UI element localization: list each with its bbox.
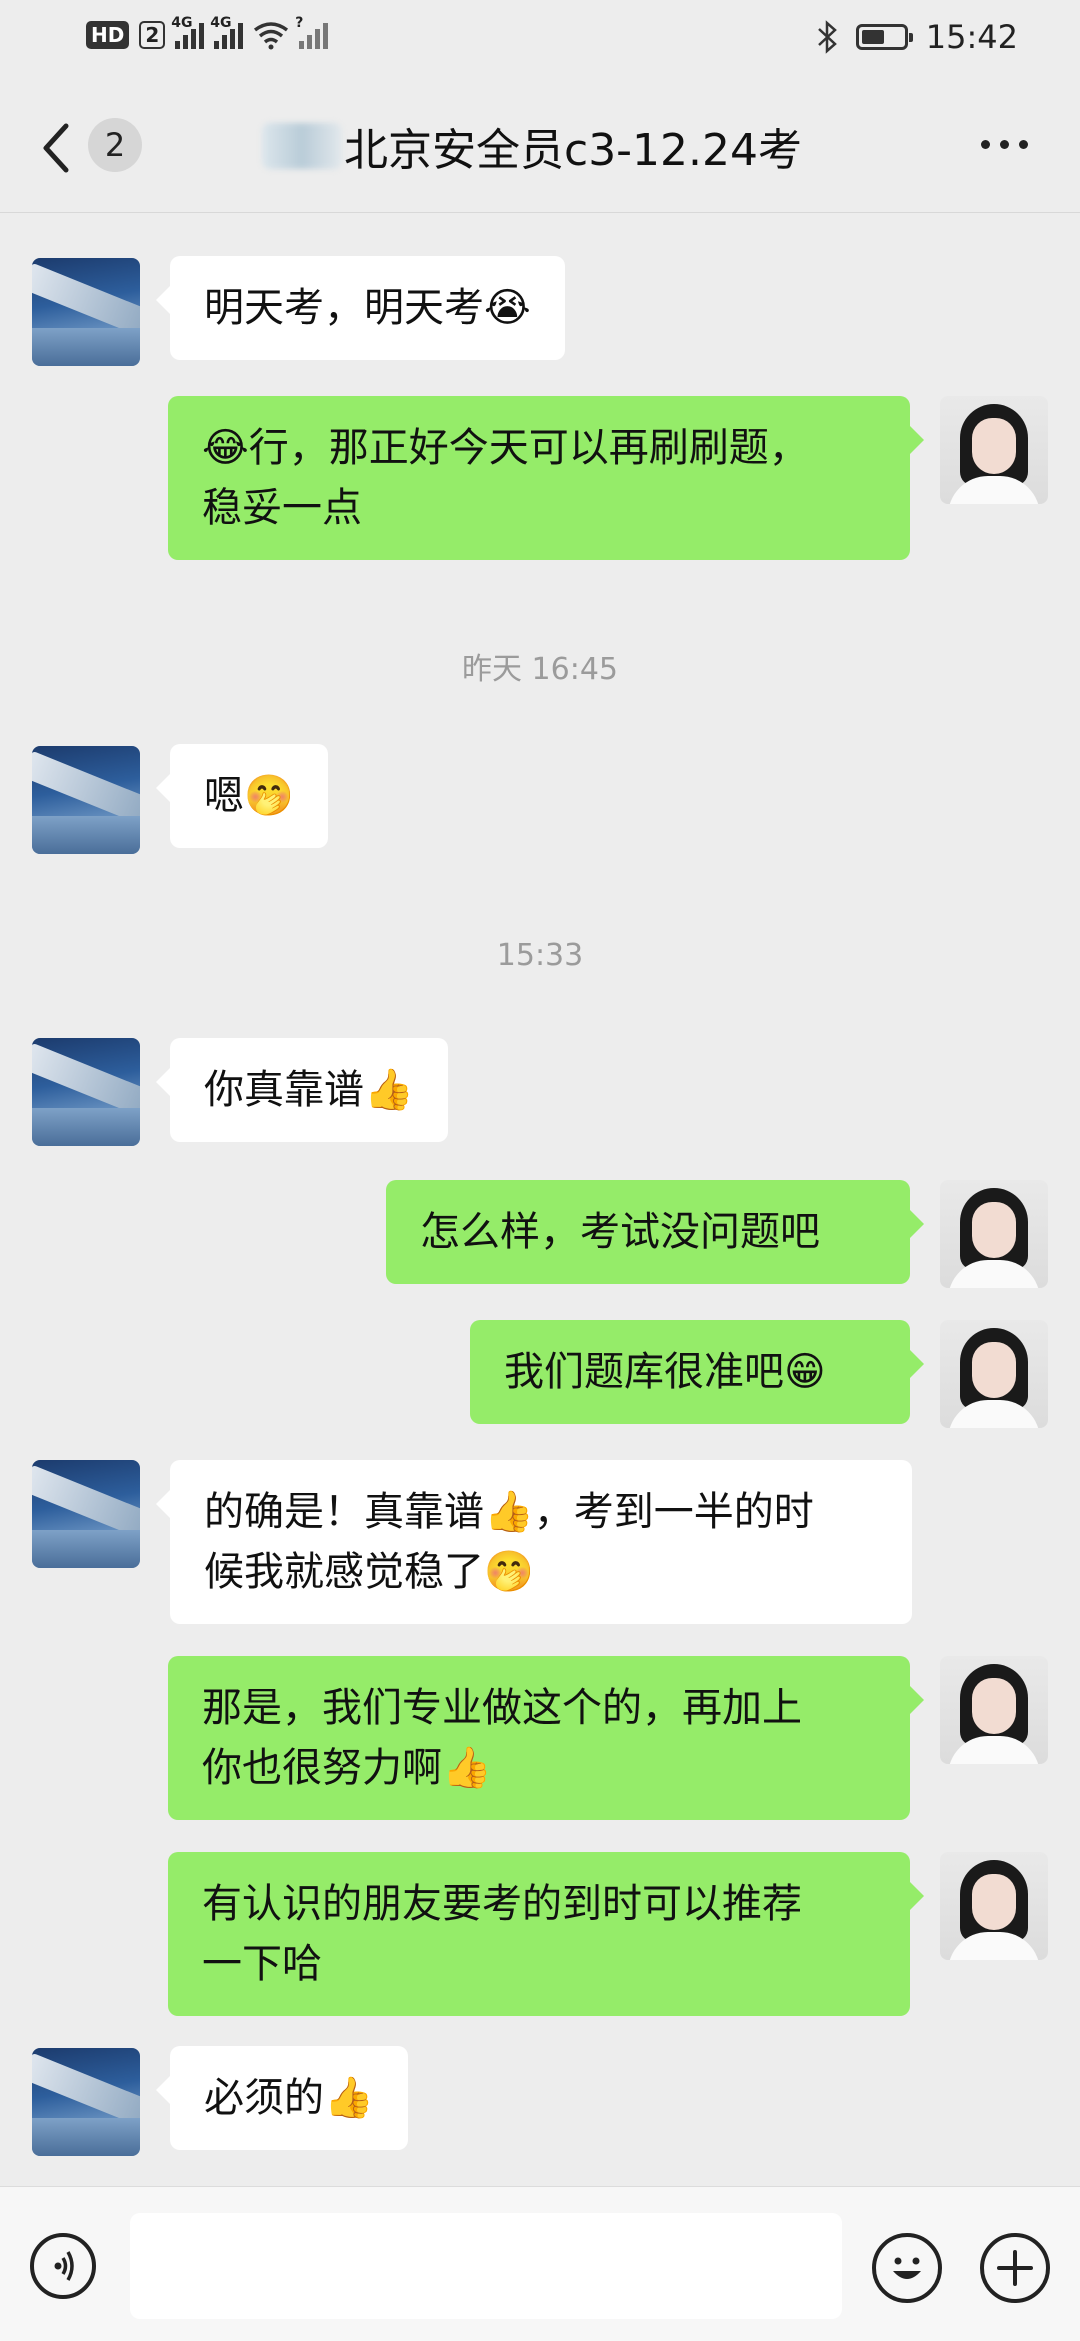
emoji-icon[interactable] — [872, 2233, 942, 2303]
signal-icon: 4G — [210, 15, 244, 49]
incoming-message[interactable]: 明天考，明天考😭 — [156, 256, 565, 360]
message-text: 那是，我们专业做这个的，再加上 — [202, 1685, 802, 1731]
message-text: 明天考，明天考😭 — [204, 285, 531, 331]
outgoing-message[interactable]: 怎么样，考试没问题吧 — [386, 1180, 924, 1284]
my-avatar[interactable] — [940, 396, 1048, 504]
message-text: 的确是！真靠谱👍，考到一半的时 — [204, 1489, 814, 1535]
bluetooth-icon — [817, 20, 837, 54]
network-label: ? — [295, 15, 304, 31]
chat-title-wrap: 北京安全员c3-12.24考 — [262, 114, 802, 178]
network-label: 4G — [210, 15, 232, 31]
contact-avatar[interactable] — [32, 1460, 140, 1568]
voice-icon[interactable] — [30, 2233, 96, 2299]
message-text: 候我就感觉稳了🤭 — [204, 1549, 534, 1595]
message-text: 我们题库很准吧😁 — [504, 1349, 826, 1395]
outgoing-message[interactable]: 那是，我们专业做这个的，再加上 你也很努力啊👍 — [168, 1656, 924, 1820]
signal-icon: 4G — [171, 15, 205, 49]
outgoing-message[interactable]: 😂行，那正好今天可以再刷刷题， 稳妥一点 — [168, 396, 924, 560]
outgoing-message[interactable]: 有认识的朋友要考的到时可以推荐 一下哈 — [168, 1852, 924, 2016]
plus-icon[interactable] — [980, 2233, 1050, 2303]
contact-avatar[interactable] — [32, 258, 140, 366]
battery-icon — [855, 24, 913, 50]
my-avatar[interactable] — [940, 1180, 1048, 1288]
signal-icon: ? — [295, 15, 329, 49]
clock: 15:42 — [925, 18, 1018, 56]
message-text: 一下哈 — [202, 1941, 322, 1987]
outgoing-message[interactable]: 我们题库很准吧😁 — [470, 1320, 924, 1424]
more-dots-icon[interactable] — [981, 140, 1028, 149]
chat-title: 北京安全员c3-12.24考 — [344, 125, 803, 176]
chevron-left-icon[interactable] — [36, 120, 80, 176]
wifi-icon — [254, 22, 289, 50]
message-text: 😂行，那正好今天可以再刷刷题， — [202, 425, 809, 471]
timestamp: 昨天 16:45 — [462, 652, 618, 687]
message-text: 嗯🤭 — [204, 773, 294, 819]
timestamp: 15:33 — [496, 938, 584, 973]
message-text: 必须的👍 — [204, 2075, 374, 2121]
contact-avatar[interactable] — [32, 1038, 140, 1146]
incoming-message[interactable]: 嗯🤭 — [156, 744, 328, 848]
chat-header: 2 北京安全员c3-12.24考 — [0, 80, 1080, 213]
my-avatar[interactable] — [940, 1320, 1048, 1428]
blurred-avatar — [262, 123, 342, 169]
hd-indicator: HD — [86, 21, 130, 49]
network-label: 4G — [171, 15, 193, 31]
incoming-message[interactable]: 的确是！真靠谱👍，考到一半的时 候我就感觉稳了🤭 — [156, 1460, 912, 1624]
my-avatar[interactable] — [940, 1656, 1048, 1764]
contact-avatar[interactable] — [32, 2048, 140, 2156]
incoming-message[interactable]: 你真靠谱👍 — [156, 1038, 448, 1142]
message-text: 有认识的朋友要考的到时可以推荐 — [202, 1881, 802, 1927]
unread-badge[interactable]: 2 — [88, 118, 142, 172]
message-text: 怎么样，考试没问题吧 — [420, 1209, 820, 1255]
input-bar — [0, 2186, 1080, 2341]
message-text: 稳妥一点 — [202, 485, 362, 531]
message-text: 你也很努力啊👍 — [202, 1745, 492, 1791]
status-right: 15:42 — [816, 18, 1018, 56]
message-text: 你真靠谱👍 — [204, 1067, 414, 1113]
status-bar: HD 2 4G 4G ? 15:42 — [0, 0, 1080, 80]
incoming-message[interactable]: 必须的👍 — [156, 2046, 408, 2150]
contact-avatar[interactable] — [32, 746, 140, 854]
my-avatar[interactable] — [940, 1852, 1048, 1960]
message-input[interactable] — [130, 2213, 842, 2319]
status-left: HD 2 4G 4G ? — [86, 15, 329, 50]
sim-indicator: 2 — [139, 21, 166, 49]
